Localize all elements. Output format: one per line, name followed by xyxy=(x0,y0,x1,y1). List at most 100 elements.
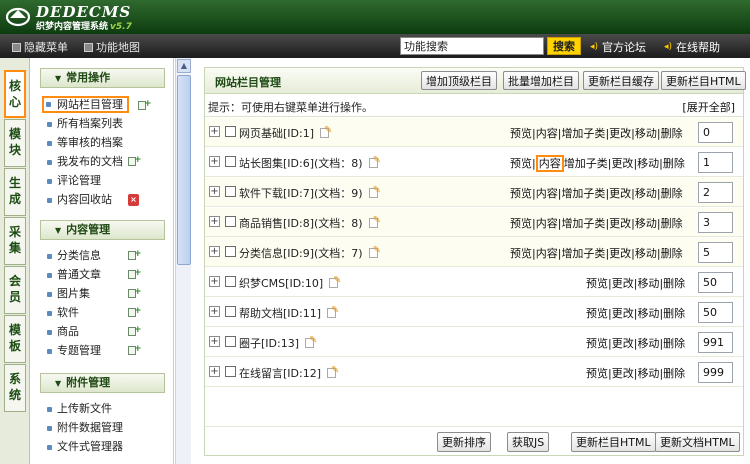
sidebar-item-recycle-bin[interactable]: 内容回收站 × xyxy=(44,192,169,209)
modify-link[interactable]: 更改 xyxy=(609,217,631,230)
row-checkbox[interactable] xyxy=(225,306,236,317)
scroll-up-arrow-icon[interactable]: ▲ xyxy=(177,59,191,73)
delete-link[interactable]: 删除 xyxy=(661,247,683,260)
expand-plus-icon[interactable]: + xyxy=(209,186,220,197)
sidebar-item-all-archives[interactable]: 所有档案列表 xyxy=(44,116,169,133)
add-subcategory-link[interactable]: 增加子类 xyxy=(561,127,605,140)
row-checkbox[interactable] xyxy=(225,336,236,347)
category-name[interactable]: 织梦CMS[ID:10] ✎ xyxy=(239,275,342,291)
content-link[interactable]: 内容 xyxy=(535,155,564,172)
preview-link[interactable]: 预览 xyxy=(510,247,532,260)
delete-link[interactable]: 删除 xyxy=(661,187,683,200)
sidebar-item-topics[interactable]: 专题管理 + xyxy=(44,343,169,360)
sidebar-item-upload-file[interactable]: 上传新文件 xyxy=(44,401,169,418)
order-input[interactable] xyxy=(698,242,733,263)
trash-icon[interactable]: × xyxy=(128,194,139,206)
row-checkbox[interactable] xyxy=(225,366,236,377)
add-top-category-button[interactable]: 增加顶级栏目 xyxy=(421,71,497,90)
group-common-ops[interactable]: ▼ 常用操作 xyxy=(40,68,165,88)
move-link[interactable]: 移动 xyxy=(635,187,657,200)
move-link[interactable]: 移动 xyxy=(635,127,657,140)
move-link[interactable]: 移动 xyxy=(635,247,657,260)
category-name[interactable]: 圈子[ID:13] ✎ xyxy=(239,335,317,351)
sidebar-item-articles[interactable]: 普通文章 + xyxy=(44,267,169,284)
add-subcategory-link[interactable]: 增加子类 xyxy=(561,247,605,260)
hide-menu-link[interactable]: 隐藏菜单 xyxy=(12,39,68,55)
sidebar-item-comments[interactable]: 评论管理 xyxy=(44,173,169,190)
add-icon[interactable]: + xyxy=(128,345,142,356)
function-search-input[interactable] xyxy=(400,37,544,55)
content-link[interactable]: 内容 xyxy=(536,217,558,230)
add-subcategory-link[interactable]: 增加子类 xyxy=(561,217,605,230)
sidebar-item-attachment-data[interactable]: 附件数据管理 xyxy=(44,420,169,437)
tab-templates[interactable]: 模板 xyxy=(4,315,26,363)
delete-link[interactable]: 删除 xyxy=(661,217,683,230)
delete-link[interactable]: 删除 xyxy=(663,277,685,290)
edit-icon[interactable]: ✎ xyxy=(368,216,381,228)
expand-plus-icon[interactable]: + xyxy=(209,156,220,167)
preview-link[interactable]: 预览 xyxy=(586,337,608,350)
update-category-html-button[interactable]: 更新栏目HTML xyxy=(661,71,746,90)
update-order-button[interactable]: 更新排序 xyxy=(437,432,491,452)
sidebar-scrollbar[interactable]: ▲ xyxy=(175,58,191,464)
row-checkbox[interactable] xyxy=(225,186,236,197)
modify-link[interactable]: 更改 xyxy=(612,367,634,380)
expand-plus-icon[interactable]: + xyxy=(209,306,220,317)
preview-link[interactable]: 预览 xyxy=(510,187,532,200)
preview-link[interactable]: 预览 xyxy=(586,307,608,320)
tab-generate[interactable]: 生成 xyxy=(4,168,26,216)
category-name[interactable]: 软件下载[ID:7](文档：9) ✎ xyxy=(239,185,381,201)
expand-plus-icon[interactable]: + xyxy=(209,366,220,377)
order-input[interactable] xyxy=(698,332,733,353)
update-category-cache-button[interactable]: 更新栏目缓存 xyxy=(583,71,659,90)
content-link[interactable]: 内容 xyxy=(536,127,558,140)
move-link[interactable]: 移动 xyxy=(637,307,659,320)
add-subcategory-link[interactable]: 增加子类 xyxy=(561,187,605,200)
preview-link[interactable]: 预览 xyxy=(510,217,532,230)
update-document-html-button[interactable]: 更新文档HTML xyxy=(655,432,740,452)
sidebar-item-category-manage[interactable]: 网站栏目管理 + xyxy=(42,96,152,113)
edit-icon[interactable]: ✎ xyxy=(320,126,332,138)
group-attachments[interactable]: ▼ 附件管理 xyxy=(40,373,165,393)
row-checkbox[interactable] xyxy=(225,216,236,227)
delete-link[interactable]: 删除 xyxy=(663,157,685,170)
edit-icon[interactable]: ✎ xyxy=(329,276,342,288)
edit-icon[interactable]: ✎ xyxy=(327,306,339,318)
add-icon[interactable]: + xyxy=(128,269,142,280)
add-icon[interactable]: + xyxy=(128,156,142,167)
modify-link[interactable]: 更改 xyxy=(612,337,634,350)
batch-add-category-button[interactable]: 批量增加栏目 xyxy=(503,71,579,90)
sidebar-item-image-sets[interactable]: 图片集 + xyxy=(44,286,169,303)
delete-link[interactable]: 删除 xyxy=(663,307,685,320)
modify-link[interactable]: 更改 xyxy=(612,307,634,320)
category-name[interactable]: 商品销售[ID:8](文档：8) ✎ xyxy=(239,215,381,231)
preview-link[interactable]: 预览 xyxy=(510,127,532,140)
add-icon[interactable]: + xyxy=(128,288,142,299)
expand-plus-icon[interactable]: + xyxy=(209,336,220,347)
add-subcategory-link[interactable]: 增加子类 xyxy=(564,157,608,170)
tab-system[interactable]: 系统 xyxy=(4,364,26,412)
sidebar-item-my-docs[interactable]: 我发布的文档 + xyxy=(44,154,169,171)
search-button[interactable]: 搜索 xyxy=(547,37,581,55)
sidebar-item-products[interactable]: 商品 + xyxy=(44,324,169,341)
order-input[interactable] xyxy=(698,362,733,383)
content-link[interactable]: 内容 xyxy=(536,247,558,260)
tab-members[interactable]: 会员 xyxy=(4,266,26,314)
delete-link[interactable]: 删除 xyxy=(663,367,685,380)
function-map-link[interactable]: 功能地图 xyxy=(84,39,140,55)
category-name[interactable]: 帮助文档[ID:11] ✎ xyxy=(239,305,339,321)
scrollbar-thumb[interactable] xyxy=(177,75,191,265)
move-link[interactable]: 移动 xyxy=(637,337,659,350)
update-category-html-footer-button[interactable]: 更新栏目HTML xyxy=(571,432,656,452)
tab-core[interactable]: 核心 xyxy=(4,70,26,118)
row-checkbox[interactable] xyxy=(225,276,236,287)
tab-modules[interactable]: 模块 xyxy=(4,119,26,167)
delete-link[interactable]: 删除 xyxy=(663,337,685,350)
move-link[interactable]: 移动 xyxy=(637,277,659,290)
edit-icon[interactable]: ✎ xyxy=(305,336,317,348)
add-icon[interactable]: + xyxy=(128,250,142,261)
category-name[interactable]: 站长图集[ID:6](文档：8) ✎ xyxy=(239,155,381,171)
order-input[interactable] xyxy=(698,272,733,293)
sidebar-item-pending-archives[interactable]: 等审核的档案 xyxy=(44,135,169,152)
official-forum-link[interactable]: ◂) 官方论坛 xyxy=(590,39,646,55)
